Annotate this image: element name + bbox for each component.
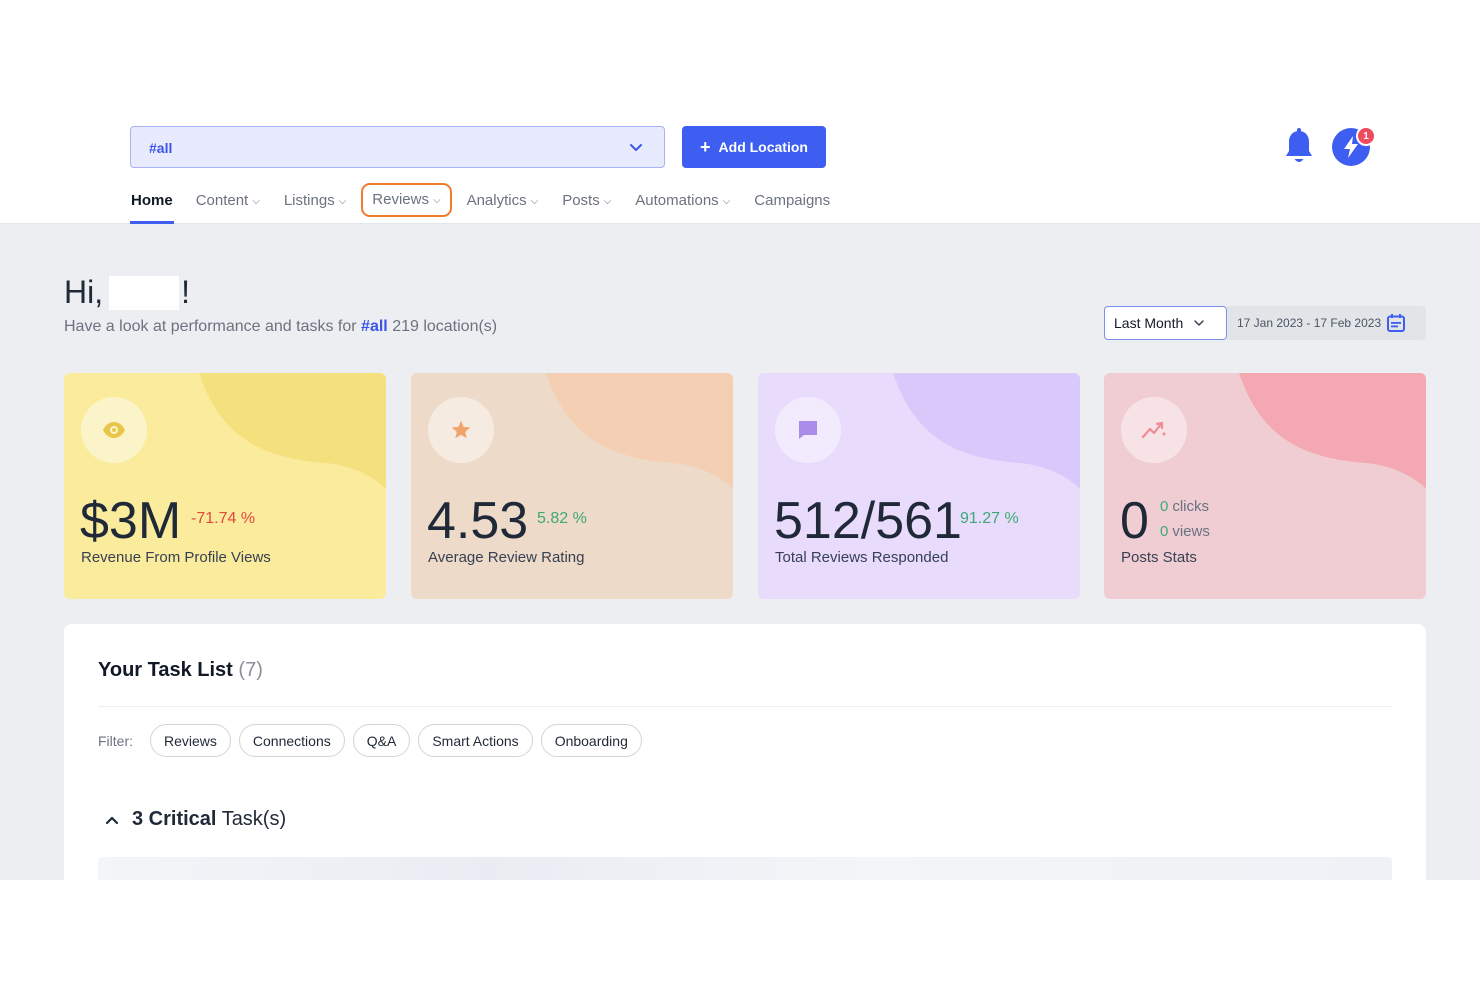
redacted-username	[109, 275, 180, 310]
nav-item-label: Campaigns	[754, 192, 831, 209]
filter-chip-onboarding[interactable]: Onboarding	[540, 724, 642, 757]
rating-value: 4.53	[427, 492, 529, 550]
period-select-value: Last Month	[1114, 315, 1184, 331]
main-nav: Home Content ⌵ Listings ⌵ Reviews ⌵ Anal…	[130, 183, 831, 224]
card-decoration	[199, 373, 386, 489]
date-range[interactable]: 17 Jan 2023 - 17 Feb 2023	[1227, 306, 1426, 340]
plus-icon: +	[700, 137, 711, 157]
app: #all + Add Location 1 Home Content ⌵ Lis…	[0, 0, 1480, 880]
card-decoration	[546, 373, 733, 489]
nav-item-label: Posts	[562, 192, 600, 209]
date-range-text: 17 Jan 2023 - 17 Feb 2023	[1237, 316, 1382, 330]
add-location-button[interactable]: + Add Location	[682, 126, 826, 168]
rating-label: Average Review Rating	[428, 549, 585, 566]
filter-chip-connections[interactable]: Connections	[238, 724, 345, 757]
add-location-label: Add Location	[718, 139, 808, 155]
subtitle-suffix: 219 location(s)	[392, 318, 498, 335]
critical-tasks-toggle[interactable]: 3 Critical Task(s)	[104, 808, 286, 831]
nav-item-label: Listings	[283, 192, 335, 209]
rating-icon-circle	[428, 397, 494, 463]
posts-clicks: 0 clicks	[1160, 498, 1209, 515]
responded-label: Total Reviews Responded	[775, 549, 949, 566]
eye-icon	[103, 422, 125, 438]
divider	[98, 706, 1392, 707]
chevron-down-icon: ⌵	[603, 195, 612, 207]
task-list-title: Your Task List (7)	[98, 659, 263, 682]
critical-suffix: Task(s)	[221, 808, 287, 830]
greeting-exclaim: !	[181, 274, 190, 310]
notification-badge: 1	[1356, 126, 1376, 146]
nav-item-reviews[interactable]: Reviews ⌵	[361, 183, 452, 217]
critical-count: 3 Critical	[132, 808, 217, 830]
dashboard-main: Hi, ! Have a look at performance and tas…	[0, 224, 1480, 880]
nav-item-home[interactable]: Home	[130, 184, 174, 224]
posts-clicks-num: 0	[1160, 498, 1169, 515]
posts-clicks-label: clicks	[1172, 498, 1210, 515]
chevron-down-icon: ⌵	[432, 194, 441, 206]
revenue-card[interactable]: $3M -71.74 % Revenue From Profile Views	[64, 373, 386, 599]
card-decoration	[1239, 373, 1426, 489]
period-select[interactable]: Last Month	[1104, 306, 1227, 340]
nav-item-automations[interactable]: Automations ⌵	[634, 184, 731, 218]
posts-label: Posts Stats	[1121, 549, 1197, 566]
rating-card[interactable]: 4.53 5.82 % Average Review Rating	[411, 373, 733, 599]
nav-item-label: Analytics	[466, 192, 527, 209]
chevron-down-icon: ⌵	[252, 195, 260, 207]
chevron-down-icon: ⌵	[722, 195, 731, 207]
task-list-panel: Your Task List (7) Filter: Reviews Conne…	[64, 624, 1426, 880]
subtitle-prefix: Have a look at performance and tasks for	[64, 318, 357, 335]
posts-views: 0 views	[1160, 523, 1210, 540]
responded-icon-circle	[775, 397, 841, 463]
revenue-label: Revenue From Profile Views	[81, 549, 271, 566]
rating-change: 5.82 %	[537, 510, 587, 527]
posts-views-label: views	[1172, 523, 1210, 540]
filter-chip-reviews[interactable]: Reviews	[150, 724, 231, 757]
chevron-down-icon: ⌵	[338, 195, 347, 207]
responded-change: 91.27 %	[960, 510, 1019, 527]
filter-chip-qa[interactable]: Q&A	[352, 724, 411, 757]
nav-item-analytics[interactable]: Analytics ⌵	[466, 184, 540, 218]
location-select-value: #all	[149, 140, 173, 156]
subtitle-location-tag[interactable]: #all	[361, 318, 388, 335]
greeting-hi: Hi,	[64, 274, 104, 310]
responded-value: 512/561	[774, 492, 962, 550]
posts-icon-circle	[1121, 397, 1187, 463]
revenue-change: -71.74 %	[191, 510, 256, 527]
chevron-up-icon	[105, 816, 119, 824]
top-header: #all + Add Location 1 Home Content ⌵ Lis…	[0, 0, 1480, 224]
task-loading-placeholder	[98, 857, 1392, 880]
reviews-responded-card[interactable]: 512/561 91.27 % Total Reviews Responded	[758, 373, 1080, 599]
nav-item-label: Reviews	[372, 191, 429, 208]
notification-bell-icon[interactable]	[1283, 128, 1315, 166]
task-list-count: (7)	[238, 659, 263, 681]
chevron-down-icon: ⌵	[530, 195, 539, 207]
chevron-down-icon	[1194, 320, 1205, 327]
task-filter-bar: Filter: Reviews Connections Q&A Smart Ac…	[98, 724, 642, 757]
posts-views-num: 0	[1160, 523, 1169, 540]
greeting-subtitle: Have a look at performance and tasks for…	[64, 318, 497, 336]
posts-stats-card[interactable]: 0 0 clicks 0 views Posts Stats	[1104, 373, 1426, 599]
nav-item-listings[interactable]: Listings ⌵	[283, 184, 347, 218]
posts-value: 0	[1120, 492, 1149, 550]
nav-item-label: Automations	[635, 192, 719, 209]
location-select[interactable]: #all	[130, 126, 665, 168]
revenue-icon-circle	[81, 397, 147, 463]
filter-label: Filter:	[98, 732, 133, 749]
nav-item-content[interactable]: Content ⌵	[195, 184, 261, 218]
nav-item-label: Home	[131, 192, 173, 209]
greeting-title: Hi, !	[64, 274, 190, 311]
chat-icon	[799, 421, 817, 439]
star-icon	[451, 420, 471, 439]
nav-item-label: Content	[195, 192, 249, 209]
trend-icon	[1141, 421, 1166, 439]
revenue-value: $3M	[80, 492, 182, 550]
chevron-down-icon	[630, 144, 642, 151]
filter-chip-smart-actions[interactable]: Smart Actions	[418, 724, 533, 757]
nav-item-campaigns[interactable]: Campaigns	[753, 184, 831, 218]
calendar-icon[interactable]	[1386, 313, 1406, 333]
task-list-title-text: Your Task List	[98, 659, 233, 681]
nav-item-posts[interactable]: Posts ⌵	[561, 184, 612, 218]
